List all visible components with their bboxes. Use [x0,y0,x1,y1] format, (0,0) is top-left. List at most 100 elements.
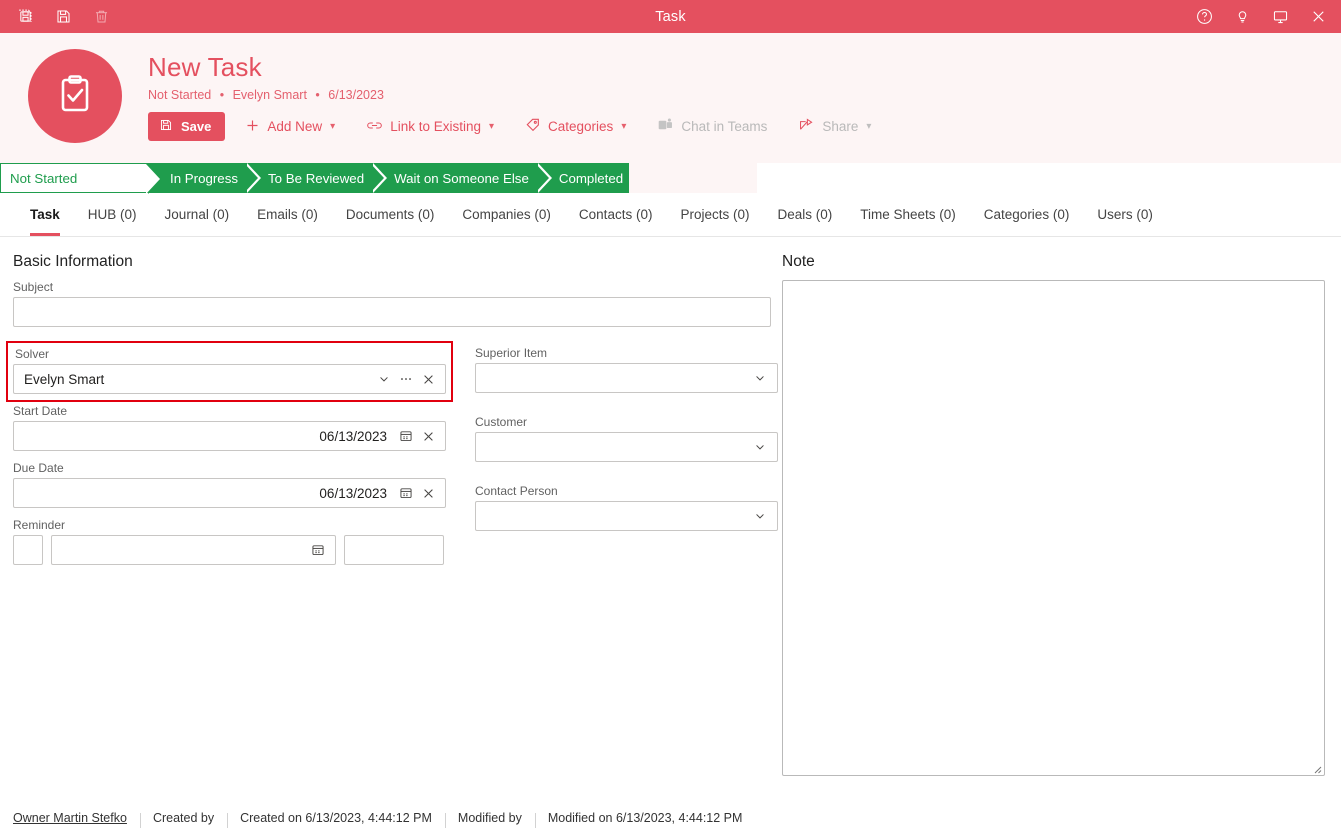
share-label: Share [822,119,859,135]
footer-created-on: Created on 6/13/2023, 4:44:12 PM [227,811,445,828]
plus-icon [245,118,260,136]
tab-bar: Task HUB (0) Journal (0) Emails (0) Docu… [0,193,1341,237]
form-panel: Basic Information Subject Solver Evelyn … [0,253,782,800]
customer-input[interactable] [475,432,778,462]
pipeline-stage-not-started[interactable]: Not Started [0,163,162,194]
save-icon [159,118,173,135]
note-panel: Note [782,253,1341,800]
start-date-clear-icon[interactable] [417,423,439,449]
tab-hub[interactable]: HUB (0) [74,193,151,236]
form-columns: Solver Evelyn Smart Start Date 06/13/202… [6,337,782,575]
tab-time-sheets[interactable]: Time Sheets (0) [846,193,970,236]
link-to-existing-label: Link to Existing [390,119,481,135]
field-group-contact-person: Contact Person [475,484,778,531]
due-date-calendar-icon[interactable] [395,480,417,506]
customer-label: Customer [475,415,528,429]
contact-person-chevron-down-icon[interactable] [749,503,771,529]
record-status: Not Started [148,88,212,103]
due-date-clear-icon[interactable] [417,480,439,506]
solver-clear-icon[interactable] [417,366,439,392]
reminder-label: Reminder [13,518,66,532]
app-window: Task New Task Not Started • Evelyn Smart… [0,0,1341,836]
record-owner: Evelyn Smart [232,88,307,103]
link-to-existing-button[interactable]: Link to Existing ▾ [355,112,505,141]
field-group-superior-item: Superior Item [475,346,778,393]
footer-owner-link[interactable]: Owner Martin Stefko [13,811,140,825]
record-date: 6/13/2023 [328,88,384,103]
title-bar-left-actions [0,3,116,31]
record-toolbar: Save Add New ▾ Link to Existing ▾ Catego… [148,112,882,142]
note-textarea[interactable] [782,280,1325,776]
start-date-input[interactable]: 06/13/2023 [13,421,446,451]
contact-person-input[interactable] [475,501,778,531]
pipeline-stage-label: Not Started [10,170,78,186]
reminder-extra-input[interactable] [344,535,444,565]
solver-chevron-down-icon[interactable] [373,366,395,392]
footer-modified-on: Modified on 6/13/2023, 4:44:12 PM [534,811,756,828]
close-icon[interactable] [1301,2,1335,32]
start-date-value: 06/13/2023 [319,428,387,444]
tab-label: Companies (0) [462,207,551,222]
field-group-reminder: Reminder [13,518,453,565]
tab-contacts[interactable]: Contacts (0) [565,193,667,236]
page-title: New Task [148,52,262,82]
due-date-label: Due Date [13,461,64,475]
tab-label: Time Sheets (0) [860,207,956,222]
status-pipeline: Not Started In Progress To Be Reviewed W… [0,163,757,194]
pipeline-stage-wait-on-someone-else[interactable]: Wait on Someone Else [370,163,552,193]
reminder-checkbox[interactable] [13,535,43,565]
save-and-new-icon[interactable] [10,3,40,31]
note-resize-handle[interactable] [1310,761,1322,774]
add-new-button[interactable]: Add New ▾ [234,112,346,141]
due-date-input[interactable]: 06/13/2023 [13,478,446,508]
categories-button[interactable]: Categories ▾ [514,112,637,141]
tab-label: Projects (0) [680,207,750,222]
tab-label: Deals (0) [777,207,833,222]
chat-in-teams-button: Chat in Teams [646,112,778,141]
subtitle-separator-2: • [315,88,320,103]
tab-label: Categories (0) [983,207,1070,222]
record-header-body: New Task Not Started • Evelyn Smart • 6/… [148,47,882,142]
customer-chevron-down-icon[interactable] [749,434,771,460]
clipboard-check-icon [51,70,99,123]
delete-icon[interactable] [86,3,116,31]
chat-in-teams-label: Chat in Teams [681,119,768,135]
tab-categories[interactable]: Categories (0) [970,193,1084,236]
pipeline-stage-label: Completed [558,170,624,186]
reminder-calendar-icon[interactable] [307,537,329,563]
tab-users[interactable]: Users (0) [1083,193,1167,236]
display-icon[interactable] [1263,2,1297,32]
tab-documents[interactable]: Documents (0) [332,193,449,236]
reminder-row [13,535,453,565]
subject-input[interactable] [13,297,771,327]
solver-value: Evelyn Smart [24,371,105,387]
solver-more-options-icon[interactable] [395,366,417,392]
superior-item-input[interactable] [475,363,778,393]
tab-emails[interactable]: Emails (0) [243,193,332,236]
link-icon [366,118,383,136]
chevron-down-icon: ▾ [621,121,627,133]
save-button-label: Save [181,119,212,135]
due-date-value: 06/13/2023 [319,485,387,501]
help-icon[interactable] [1187,2,1221,32]
tab-task[interactable]: Task [16,193,74,236]
window-title: Task [655,8,686,25]
solver-input[interactable]: Evelyn Smart [13,364,446,394]
superior-item-chevron-down-icon[interactable] [749,365,771,391]
tab-companies[interactable]: Companies (0) [448,193,565,236]
start-date-calendar-icon[interactable] [395,423,417,449]
save-icon[interactable] [48,3,78,31]
save-button[interactable]: Save [148,112,226,142]
pipeline-stage-to-be-reviewed[interactable]: To Be Reviewed [244,163,388,193]
tab-label: Documents (0) [345,207,435,222]
tab-deals[interactable]: Deals (0) [763,193,846,236]
tab-projects[interactable]: Projects (0) [666,193,763,236]
subtitle-separator-1: • [219,88,225,103]
chevron-down-icon: ▾ [330,121,336,133]
pipeline-stage-label: In Progress [170,170,238,186]
tab-journal[interactable]: Journal (0) [151,193,244,236]
lightbulb-icon[interactable] [1225,2,1259,32]
record-subtitle: Not Started • Evelyn Smart • 6/13/2023 [148,88,882,102]
reminder-date-input[interactable] [51,535,336,565]
chevron-down-icon: ▾ [488,121,495,133]
